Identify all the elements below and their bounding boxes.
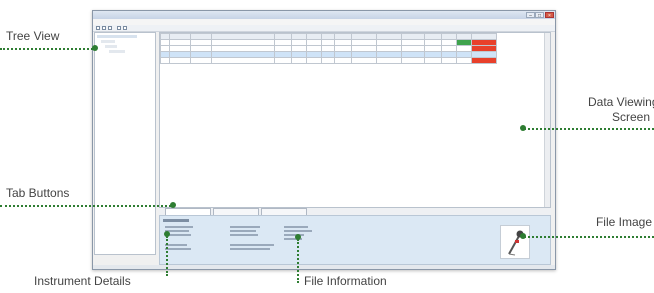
- tree-node-leaf[interactable]: [109, 50, 125, 53]
- callout-instrument-details: Instrument Details: [34, 274, 131, 288]
- instrument-detail-line: [165, 244, 187, 246]
- instrument-image-icon: [500, 225, 530, 259]
- data-viewing-grid[interactable]: [159, 32, 551, 208]
- callout-dot: [520, 233, 526, 239]
- tab-notes[interactable]: [261, 208, 307, 215]
- info-header: [163, 219, 189, 222]
- callout-dot: [520, 125, 526, 131]
- callout-line: [524, 128, 654, 130]
- callout-data-viewing-line1: Data Viewing: [588, 95, 654, 109]
- tab-calibration[interactable]: [165, 208, 211, 215]
- file-info-line: [284, 226, 308, 228]
- vertical-scrollbar[interactable]: [544, 33, 550, 207]
- file-info-line: [230, 226, 260, 228]
- file-info-line: [284, 230, 312, 232]
- toolbar: [93, 25, 555, 32]
- callout-file-information: File Information: [304, 274, 387, 288]
- callout-line: [0, 205, 171, 207]
- table-row[interactable]: [160, 57, 497, 64]
- new-icon[interactable]: [96, 26, 100, 30]
- tab-strip: [159, 208, 551, 215]
- callout-data-viewing-line2: Screen: [611, 110, 650, 124]
- callout-tree-view: Tree View: [6, 29, 60, 43]
- tab-location[interactable]: [213, 208, 259, 215]
- minimize-icon[interactable]: –: [526, 12, 535, 19]
- tree-node-child[interactable]: [101, 40, 115, 43]
- callout-file-image: File Image: [595, 215, 652, 229]
- application-window: – □ ×: [92, 10, 556, 270]
- instrument-detail-line: [165, 248, 191, 250]
- tree-view-panel[interactable]: [94, 32, 156, 255]
- callout-tab-buttons: Tab Buttons: [6, 186, 70, 200]
- open-icon[interactable]: [102, 26, 106, 30]
- tree-node-leaf[interactable]: [105, 45, 117, 48]
- callout-line: [0, 48, 93, 50]
- data-table: [160, 33, 497, 64]
- file-information-panel: [159, 215, 551, 265]
- callout-line: [166, 236, 168, 276]
- callout-dot: [170, 202, 176, 208]
- maximize-icon[interactable]: □: [535, 12, 544, 19]
- callout-line: [297, 239, 299, 283]
- file-info-line: [284, 234, 304, 236]
- file-info-line: [230, 244, 274, 246]
- callout-line: [524, 236, 654, 238]
- settings-icon[interactable]: [123, 26, 127, 30]
- title-bar: – □ ×: [93, 11, 555, 19]
- file-info-line: [230, 234, 258, 236]
- instrument-detail-line: [165, 226, 193, 228]
- tree-node-root[interactable]: [97, 35, 137, 38]
- file-info-line: [230, 230, 256, 232]
- save-icon[interactable]: [108, 26, 112, 30]
- close-icon[interactable]: ×: [545, 12, 554, 19]
- callout-dot: [92, 45, 98, 51]
- file-info-line: [230, 248, 270, 250]
- print-icon[interactable]: [117, 26, 121, 30]
- status-bar: [93, 265, 555, 269]
